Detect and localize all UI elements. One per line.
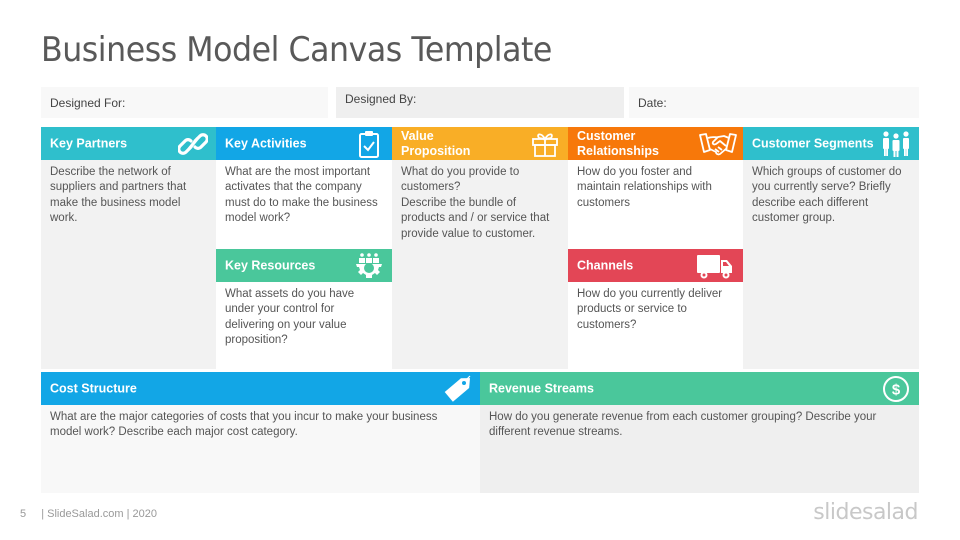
- cost-structure-header: Cost Structure: [41, 372, 480, 405]
- key-resources-header: Key Resources: [216, 249, 392, 282]
- key-resources-title: Key Resources: [225, 258, 316, 272]
- channels-title: Channels: [577, 258, 634, 272]
- revenue-streams-header: Revenue Streams $: [480, 372, 919, 405]
- dollar-circle-icon: $: [883, 375, 909, 402]
- designed-for-label: Designed For:: [50, 96, 126, 110]
- gear-people-icon: [356, 252, 382, 278]
- key-activities-title: Key Activities: [225, 136, 307, 150]
- customer-relationships-title: Customer Relationships: [577, 128, 659, 158]
- customer-segments-description: Which groups of customer do you currentl…: [743, 160, 919, 369]
- page-number: 5: [20, 508, 27, 520]
- page-title: Business Model Canvas Template: [41, 30, 552, 70]
- key-partners-description: Describe the network of suppliers and pa…: [41, 160, 216, 369]
- people-group-icon: [883, 130, 909, 157]
- key-activities-description: What are the most important activates th…: [216, 160, 392, 249]
- value-proposition-title: Value Proposition: [401, 128, 471, 158]
- key-resources-description: What assets do you have under your contr…: [216, 282, 392, 369]
- price-tag-icon: [444, 375, 471, 402]
- handshake-icon: [699, 132, 737, 155]
- key-activities-header: Key Activities: [216, 127, 392, 160]
- key-partners-title: Key Partners: [50, 136, 128, 150]
- customer-segments-title: Customer Segments: [752, 136, 874, 150]
- value-proposition-header: Value Proposition: [392, 127, 568, 160]
- designed-for-field[interactable]: Designed For:: [41, 87, 328, 118]
- cost-structure-title: Cost Structure: [50, 381, 137, 395]
- designed-by-label: Designed By:: [345, 92, 417, 106]
- value-proposition-description: What do you provide to customers? Descri…: [392, 160, 568, 369]
- cost-structure-description: What are the major categories of costs t…: [41, 405, 480, 493]
- customer-segments-header: Customer Segments: [743, 127, 919, 160]
- date-field[interactable]: Date:: [629, 87, 919, 118]
- svg-text:$: $: [892, 381, 901, 398]
- slidesalad-logo: slidesalad: [813, 500, 918, 525]
- designed-by-field[interactable]: Designed By:: [336, 87, 624, 118]
- footer-credit: | SlideSalad.com | 2020: [41, 508, 157, 520]
- clipboard-check-icon: [359, 130, 379, 158]
- truck-icon: [697, 254, 732, 278]
- channels-header: Channels: [568, 249, 743, 282]
- link-icon: [178, 132, 208, 155]
- customer-relationships-header: Customer Relationships: [568, 127, 743, 160]
- channels-description: How do you currently deliver products or…: [568, 282, 743, 369]
- gift-icon: [532, 132, 558, 157]
- date-label: Date:: [638, 96, 667, 110]
- customer-relationships-description: How do you foster and maintain relations…: [568, 160, 743, 249]
- footer: 5 | SlideSalad.com | 2020: [20, 508, 157, 520]
- revenue-streams-title: Revenue Streams: [489, 381, 594, 395]
- key-partners-header: Key Partners: [41, 127, 216, 160]
- revenue-streams-description: How do you generate revenue from each cu…: [480, 405, 919, 493]
